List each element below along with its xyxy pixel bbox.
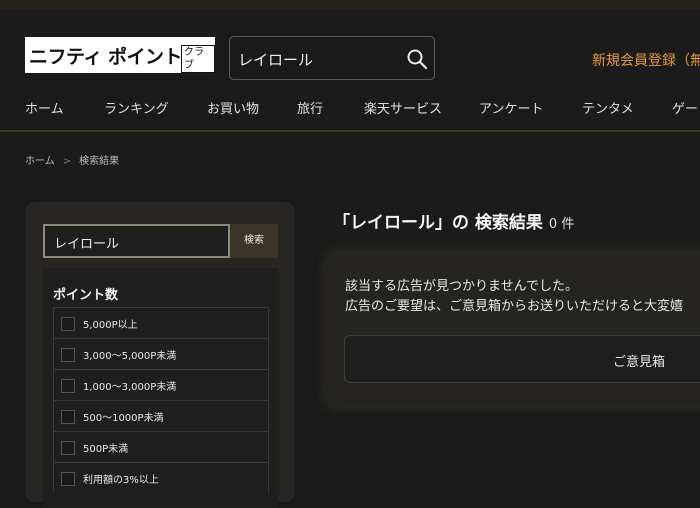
checkbox[interactable]	[61, 472, 75, 486]
breadcrumb: ホーム > 検索結果	[25, 152, 119, 167]
checkbox[interactable]	[61, 348, 75, 362]
breadcrumb-home[interactable]: ホーム	[25, 156, 55, 167]
filter-option[interactable]: 利用額の3%以上	[53, 462, 269, 493]
filter-option[interactable]: 1,000～3,000P未満	[53, 369, 269, 400]
header: ニフティ ポイント クラブ レイロール 新規会員登録（無	[0, 9, 700, 86]
nav-item-rakuten[interactable]: 楽天サービス	[364, 98, 442, 117]
register-link[interactable]: 新規会員登録（無	[592, 50, 700, 70]
filter-option[interactable]: 500～1000P未満	[53, 400, 269, 431]
main-nav: ホーム ランキング お買い物 旅行 楽天サービス アンケート テンタメ ゲー	[0, 86, 700, 132]
logo-sub-text: クラブ	[181, 45, 215, 73]
results-title: 「レイロール」の 検索結果	[333, 213, 543, 233]
results-count: 0 件	[548, 217, 575, 232]
nav-item-ranking[interactable]: ランキング	[104, 98, 169, 117]
results-heading: 「レイロール」の 検索結果 0 件	[333, 208, 574, 233]
header-search-input[interactable]: レイロール	[229, 36, 435, 80]
nav-item-tentame[interactable]: テンタメ	[582, 98, 634, 117]
notice-text: 広告のご要望は、ご意見箱からお送りいただけると大変嬉	[345, 299, 684, 314]
filter-option[interactable]: 500P未満	[53, 431, 269, 462]
checkbox[interactable]	[61, 317, 75, 331]
breadcrumb-current: 検索結果	[79, 156, 120, 167]
checkbox[interactable]	[61, 379, 75, 393]
checkbox[interactable]	[61, 441, 75, 455]
site-logo[interactable]: ニフティ ポイント クラブ	[25, 37, 215, 73]
nav-item-game[interactable]: ゲー	[672, 98, 698, 117]
filter-option[interactable]: 3,000～5,000P未満	[53, 338, 269, 369]
filter-option[interactable]: 5,000P以上	[53, 307, 269, 338]
filter-option-label: 5,000P以上	[83, 320, 138, 331]
nav-item-shopping[interactable]: お買い物	[207, 98, 259, 117]
breadcrumb-separator: >	[62, 156, 72, 167]
nav-item-survey[interactable]: アンケート	[479, 98, 543, 117]
sidebar-search-button[interactable]: 検索	[230, 224, 278, 258]
filter-option-label: 500P未満	[83, 444, 129, 455]
nav-item-travel[interactable]: 旅行	[297, 98, 323, 117]
filter-sidebar: レイロール 検索 ポイント数 5,000P以上 3,000～5,000P未満 1…	[25, 202, 295, 508]
notice-text: 該当する広告が見つかりませんでした。	[345, 279, 578, 294]
search-icon[interactable]	[406, 48, 428, 70]
filter-option-label: 500～1000P未満	[83, 413, 164, 424]
sidebar-search-value[interactable]: レイロール	[54, 233, 119, 252]
filter-option-label: 利用額の3%以上	[83, 475, 159, 486]
filter-title: ポイント数	[53, 288, 119, 303]
top-strip	[0, 0, 700, 9]
opinion-box-button[interactable]: ご意見箱	[344, 335, 700, 383]
header-search-value[interactable]: レイロール	[238, 49, 313, 70]
nav-item-home[interactable]: ホーム	[25, 98, 64, 117]
no-results-notice: 該当する広告が見つかりませんでした。 広告のご要望は、ご意見箱からお送りいただけ…	[327, 253, 700, 406]
points-filter: ポイント数 5,000P以上 3,000～5,000P未満 1,000～3,00…	[43, 268, 278, 508]
checkbox[interactable]	[61, 410, 75, 424]
opinion-box-label: ご意見箱	[613, 355, 666, 370]
filter-option-label: 1,000～3,000P未満	[83, 382, 177, 393]
logo-text: ニフティ ポイント	[29, 46, 182, 68]
sidebar-search-input[interactable]: レイロール	[43, 224, 230, 258]
filter-option-label: 3,000～5,000P未満	[83, 351, 177, 362]
